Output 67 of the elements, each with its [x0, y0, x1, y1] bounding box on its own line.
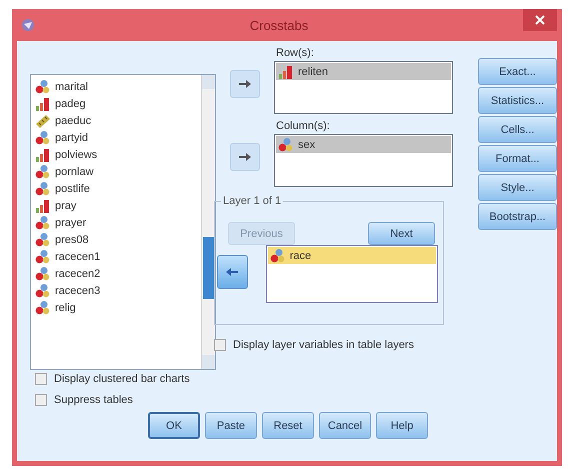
nominal-icon: [35, 232, 51, 248]
app-icon: [21, 18, 35, 32]
dialog-button[interactable]: Exact...: [478, 58, 557, 85]
nominal-icon: [35, 282, 51, 298]
move-button[interactable]: [230, 70, 260, 98]
variable-item[interactable]: polviews: [33, 146, 199, 163]
variable-list[interactable]: marital padeg paeduc partyid polviews pornlaw postlife pray prayer pres08 racecen1 racecen2 racecen3 relig: [30, 74, 216, 370]
close-icon: [535, 15, 545, 25]
nominal-icon: [278, 136, 294, 152]
variable-item[interactable]: postlife: [33, 180, 199, 197]
dialog-button[interactable]: Bootstrap...: [478, 203, 557, 230]
columns-list[interactable]: sex: [274, 134, 453, 187]
dialog-button[interactable]: Style...: [478, 174, 557, 201]
bar-chart-icon: [35, 146, 51, 162]
variable-item[interactable]: relig: [33, 299, 199, 316]
bar-chart-icon: [35, 96, 51, 112]
nominal-icon: [35, 214, 51, 230]
nominal-icon: [35, 266, 51, 282]
rows-list[interactable]: reliten: [274, 61, 453, 114]
option-checkbox[interactable]: Suppress tables: [35, 394, 557, 406]
nominal-icon: [35, 164, 51, 180]
nominal-icon: [35, 248, 51, 264]
dialog-button[interactable]: OK: [148, 412, 200, 439]
dialog-button[interactable]: Help: [376, 412, 428, 439]
bar-chart-icon: [35, 198, 51, 214]
dialog-button[interactable]: Paste: [205, 412, 257, 439]
rows-label: Row(s):: [276, 47, 315, 61]
variable-item[interactable]: sex: [276, 136, 451, 153]
layer-list[interactable]: race: [266, 245, 438, 303]
bar-chart-icon: [278, 64, 294, 80]
arrow-icon: [225, 267, 240, 277]
arrow-icon: [238, 152, 252, 162]
variable-item[interactable]: racecen1: [33, 248, 199, 265]
nominal-icon: [35, 130, 51, 146]
variable-item[interactable]: pornlaw: [33, 163, 199, 180]
move-button[interactable]: [217, 255, 248, 289]
layer-label: Layer 1 of 1: [221, 195, 284, 207]
move-button[interactable]: [230, 143, 260, 171]
variable-item[interactable]: reliten: [276, 63, 451, 80]
nominal-icon: [35, 300, 51, 316]
arrow-icon: [238, 79, 252, 89]
variable-item[interactable]: race: [268, 247, 436, 264]
nominal-icon: [270, 248, 286, 264]
variable-item[interactable]: padeg: [33, 95, 199, 112]
dialog-button[interactable]: Reset: [262, 412, 314, 439]
nominal-icon: [35, 180, 51, 196]
dialog-button[interactable]: Cancel: [319, 412, 371, 439]
columns-label: Column(s):: [276, 120, 331, 134]
variable-item[interactable]: pres08: [33, 231, 199, 248]
variable-item[interactable]: paeduc: [33, 112, 199, 129]
dialog-button[interactable]: Format...: [478, 145, 557, 172]
close-button[interactable]: [523, 9, 557, 31]
variable-item[interactable]: racecen3: [33, 282, 199, 299]
nominal-icon: [35, 78, 51, 94]
variable-item[interactable]: prayer: [33, 214, 199, 231]
next-button[interactable]: Next: [368, 222, 435, 245]
layer-variables-checkbox[interactable]: Display layer variables in table layers: [214, 339, 462, 351]
ruler-icon: [35, 112, 51, 128]
variable-item[interactable]: pray: [33, 197, 199, 214]
dialog-button[interactable]: Cells...: [478, 116, 557, 143]
window-title: Crosstabs: [248, 18, 310, 32]
variable-item[interactable]: marital: [33, 78, 199, 95]
option-checkbox[interactable]: Display clustered bar charts: [35, 373, 557, 385]
dialog-button[interactable]: Statistics...: [478, 87, 557, 114]
variable-item[interactable]: partyid: [33, 129, 199, 146]
scrollbar[interactable]: [201, 75, 215, 369]
variable-item[interactable]: racecen2: [33, 265, 199, 282]
